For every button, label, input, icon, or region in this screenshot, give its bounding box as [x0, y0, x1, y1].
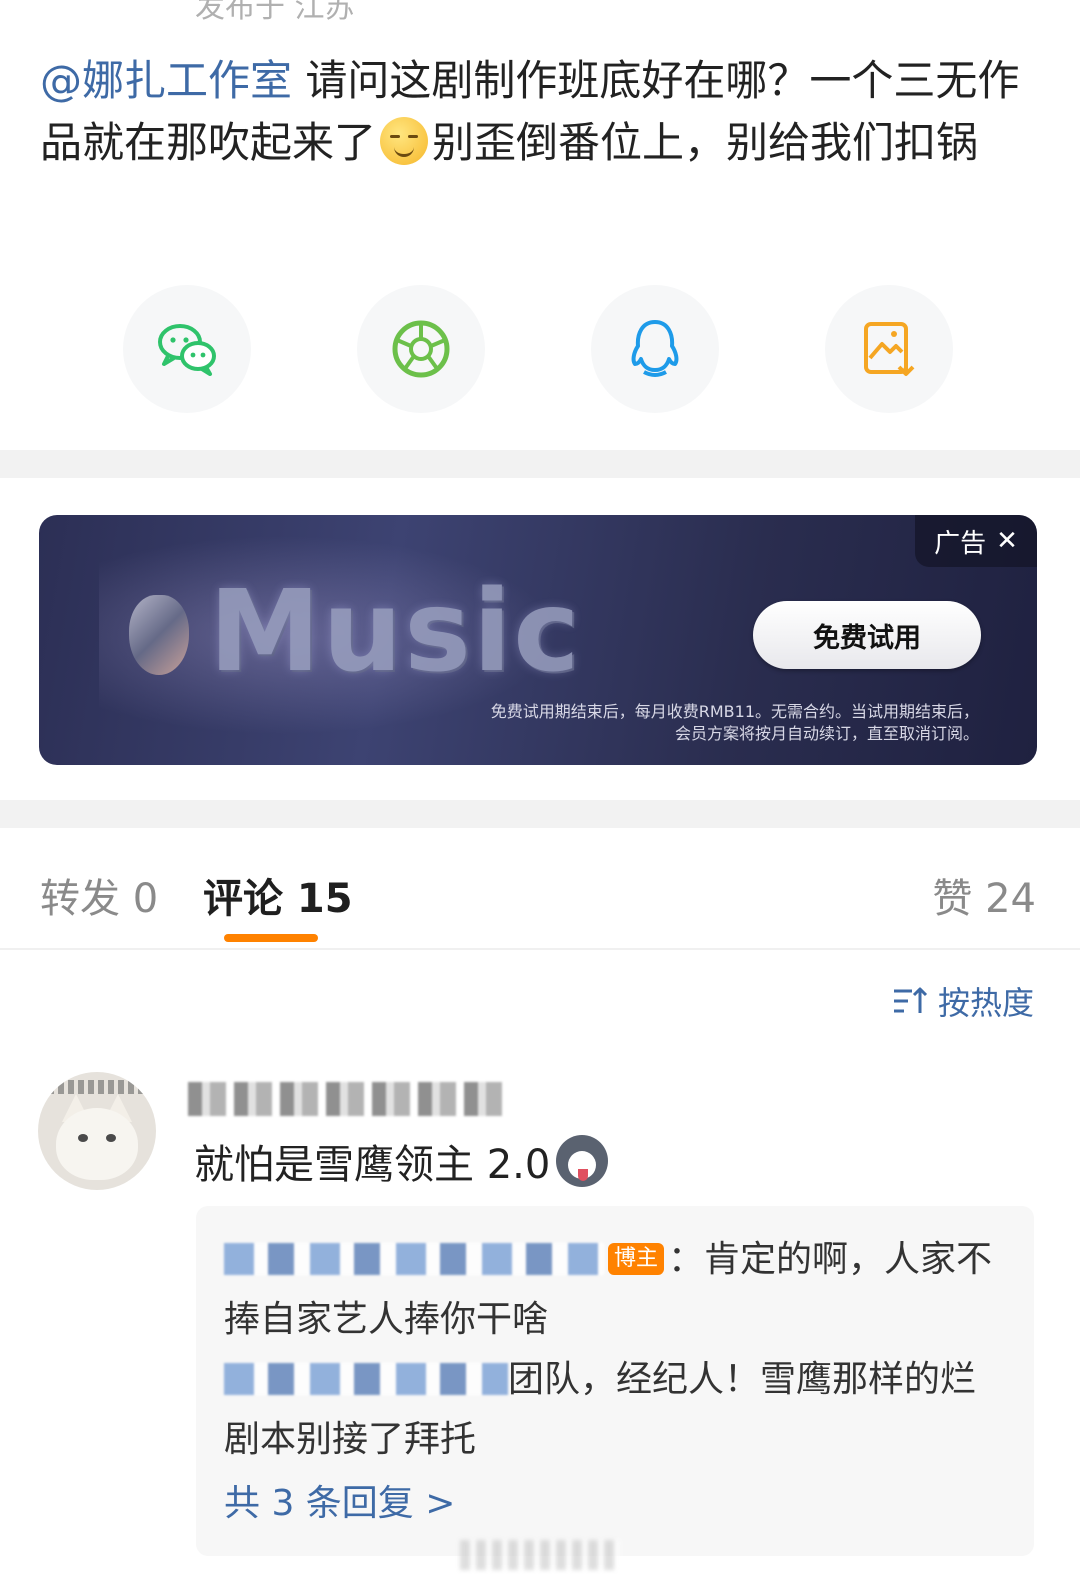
tab-repost[interactable]: 转发 0 — [40, 866, 158, 924]
tab-comments[interactable]: 评论 15 — [203, 866, 353, 924]
close-icon[interactable]: ✕ — [996, 526, 1018, 556]
sort-button[interactable]: 按热度 — [892, 978, 1034, 1024]
section-divider — [0, 800, 1080, 828]
tab-bar: 转发 0 评论 15 赞 24 — [0, 860, 1080, 950]
ad-tag[interactable]: 广告 ✕ — [915, 515, 1037, 567]
replies-box[interactable]: 博主 ：肯定的啊，人家不捧自家艺人捧你干啥 团队，经纪人！雪鹰那样的烂剧本别接了拜… — [196, 1206, 1034, 1556]
avatar[interactable] — [38, 1072, 156, 1190]
save-image-button[interactable] — [825, 285, 953, 413]
ad-fine-print-line2: 会员方案将按月自动续订，直至取消订阅。 — [674, 724, 979, 743]
section-divider — [0, 450, 1080, 478]
more-replies-link[interactable]: 共 3 条回复 > — [224, 1474, 455, 1526]
tab-likes[interactable]: 赞 24 — [932, 866, 1036, 924]
sort-label: 按热度 — [937, 984, 1034, 1022]
post-body: @娜扎工作室 请问这剧制作班底好在哪？一个三无作品就在那吹起来了 别歪倒番位上，别… — [40, 50, 1040, 174]
sort-icon — [893, 987, 928, 1013]
comment-text-content: 就怕是雪鹰领主 2.0 — [194, 1142, 551, 1188]
ad-cta-button[interactable]: 免费试用 — [753, 601, 981, 669]
post-text-part2: 别歪倒番位上，别给我们扣锅 — [432, 118, 979, 167]
ad-brand-text: Music — [209, 567, 582, 697]
share-qq-button[interactable] — [591, 285, 719, 413]
cat-eye — [106, 1134, 116, 1142]
wechat-icon — [158, 324, 216, 376]
share-moments-button[interactable] — [357, 285, 485, 413]
reply-item: 博主 ：肯定的啊，人家不捧自家艺人捧你干啥 — [224, 1230, 1006, 1350]
post-location: 发布于 江苏 — [195, 0, 355, 25]
save-image-icon — [864, 322, 915, 376]
qq-icon — [631, 320, 679, 377]
comment-item: 就怕是雪鹰领主 2.0 博主 ：肯定的啊，人家不捧自家艺人捧你干啥 团队，经纪人！… — [0, 1070, 1080, 1574]
avatar-caption — [48, 1080, 146, 1094]
ad-fine-print-line1: 免费试用期结束后，每月收费RMB11。无需合约。当试用期结束后， — [490, 702, 979, 721]
husky-emoji-icon — [556, 1135, 609, 1187]
ad-label: 广告 — [934, 528, 987, 559]
mention-link[interactable]: @娜扎工作室 — [40, 56, 292, 105]
author-badge: 博主 — [608, 1243, 665, 1275]
reply-username-redacted[interactable] — [224, 1363, 508, 1395]
apple-logo-icon — [129, 595, 189, 675]
reply-item: 团队，经纪人！雪鹰那样的烂剧本别接了拜托 — [224, 1350, 1006, 1470]
share-wechat-button[interactable] — [123, 285, 251, 413]
moments-icon — [392, 320, 450, 378]
username-redacted[interactable] — [188, 1082, 508, 1116]
confused-emoji-icon — [380, 117, 429, 165]
comment-text: 就怕是雪鹰领主 2.0 — [194, 1132, 609, 1190]
cat-face — [56, 1108, 138, 1180]
bottom-watermark — [460, 1540, 620, 1570]
share-row — [0, 285, 1080, 413]
cat-eye — [78, 1134, 88, 1142]
active-tab-indicator — [224, 934, 318, 942]
ad-fine-print: 免费试用期结束后，每月收费RMB11。无需合约。当试用期结束后， 会员方案将按月… — [419, 701, 979, 745]
ad-banner[interactable]: Music 广告 ✕ 免费试用 免费试用期结束后，每月收费RMB11。无需合约。… — [39, 515, 1037, 765]
reply-username-redacted[interactable] — [224, 1243, 604, 1275]
